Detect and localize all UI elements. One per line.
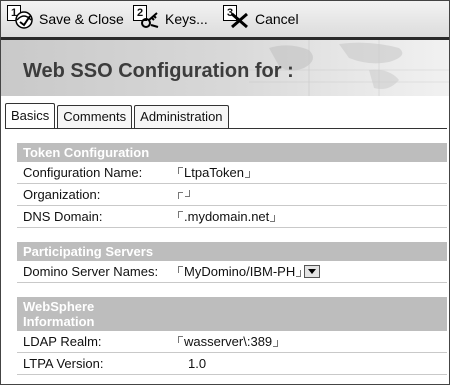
ltpa-version-label: LTPA Version: xyxy=(23,356,104,371)
dropdown-arrow-icon[interactable] xyxy=(304,265,321,278)
ldap-realm-label: LDAP Realm: xyxy=(23,334,102,349)
domino-server-names-field[interactable]: MyDomino/IBM-PH xyxy=(178,264,321,279)
tab-divider xyxy=(5,128,447,129)
form-row: Organization: xyxy=(17,184,447,206)
page-banner: Web SSO Configuration for : xyxy=(1,40,449,96)
keys-label: Keys... xyxy=(165,11,208,27)
form-row: LTPA Version: 1.0 xyxy=(17,353,447,375)
tab-bar: Basics Comments Administration xyxy=(5,103,231,128)
form-row: DNS Domain: .mydomain.net xyxy=(17,206,447,228)
section-heading-line: WebSphere xyxy=(23,299,95,314)
save-close-label: Save & Close xyxy=(39,11,124,27)
page-title: Web SSO Configuration for : xyxy=(23,60,294,82)
form-content: Token Configuration Configuration Name: … xyxy=(17,143,447,375)
window: 1 Save & Close 2 Keys... 3 Cancel Web SS… xyxy=(0,0,450,385)
cancel-button[interactable]: 3 Cancel xyxy=(223,5,299,31)
dns-domain-field[interactable]: .mydomain.net xyxy=(178,209,276,224)
domino-server-names-label: Domino Server Names: xyxy=(23,264,159,279)
organization-field[interactable] xyxy=(178,190,190,199)
dns-domain-label: DNS Domain: xyxy=(23,209,103,224)
form-row: Domino Server Names: MyDomino/IBM-PH xyxy=(17,261,447,283)
configuration-name-field[interactable]: LtpaToken xyxy=(178,165,250,180)
ldap-realm-field[interactable]: wasserver\:389 xyxy=(178,334,279,349)
cancel-icon: 3 xyxy=(223,5,251,31)
keys-button[interactable]: 2 Keys... xyxy=(133,5,208,31)
ltpa-version-value: 1.0 xyxy=(188,356,207,371)
section-websphere-information: WebSphere Information xyxy=(17,297,447,331)
section-participating-servers: Participating Servers xyxy=(17,242,447,261)
cancel-label: Cancel xyxy=(255,11,299,27)
tab-administration[interactable]: Administration xyxy=(134,105,229,128)
form-row: Configuration Name: LtpaToken xyxy=(17,162,447,184)
organization-label: Organization: xyxy=(23,187,101,202)
section-token-configuration: Token Configuration xyxy=(17,143,447,162)
tab-basics[interactable]: Basics xyxy=(5,103,56,128)
action-toolbar: 1 Save & Close 2 Keys... 3 Cancel xyxy=(1,1,449,40)
section-heading-line: Information xyxy=(23,314,95,329)
save-close-button[interactable]: 1 Save & Close xyxy=(7,5,124,31)
form-row: LDAP Realm: wasserver\:389 xyxy=(17,331,447,353)
keys-icon: 2 xyxy=(133,5,161,31)
configuration-name-label: Configuration Name: xyxy=(23,165,143,180)
tab-comments[interactable]: Comments xyxy=(57,105,133,128)
save-close-icon: 1 xyxy=(7,5,35,31)
